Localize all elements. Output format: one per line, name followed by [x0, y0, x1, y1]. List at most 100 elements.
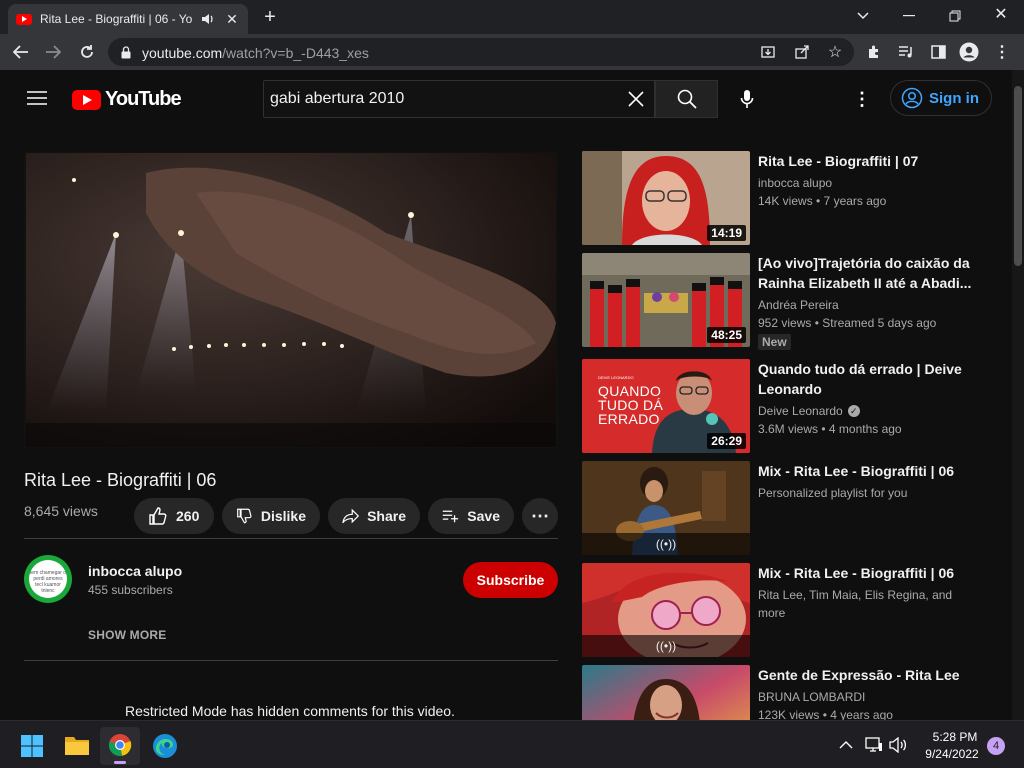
url-text: youtube.com/watch?v=b_-D443_xes — [142, 45, 369, 61]
recommendation-channel: Personalized playlist for you — [758, 486, 908, 500]
chrome-taskbar-button[interactable] — [100, 727, 140, 765]
extensions-icon[interactable] — [864, 42, 884, 62]
recommendation-item[interactable]: ((•)) Mix - Rita Lee - Biograffiti | 06 … — [582, 563, 1002, 657]
recommendation-title[interactable]: Gente de Expressão - Rita Lee — [758, 665, 978, 685]
like-count: 260 — [176, 508, 200, 524]
url-host: youtube.com — [142, 45, 223, 61]
video-thumbnail[interactable]: ((•)) — [582, 563, 750, 657]
bookmark-star-icon[interactable]: ☆ — [826, 43, 844, 61]
show-hidden-icons-chevron-icon[interactable] — [836, 735, 856, 755]
video-duration: 26:29 — [707, 433, 746, 449]
verified-badge-icon: ✓ — [847, 405, 860, 417]
subscriber-count: 455 subscribers — [88, 583, 173, 597]
install-app-icon[interactable] — [760, 44, 776, 60]
sign-in-button[interactable]: Sign in — [890, 80, 992, 116]
back-icon[interactable] — [10, 42, 32, 62]
video-thumbnail[interactable]: 48:25 — [582, 253, 750, 347]
network-icon[interactable] — [864, 735, 884, 755]
show-more-button[interactable]: SHOW MORE — [88, 628, 166, 642]
channel-avatar[interactable]: tem chamegar o perdi amores tecl kuamor … — [24, 555, 72, 603]
file-explorer-icon[interactable] — [64, 734, 90, 758]
clear-search-icon[interactable] — [626, 89, 646, 109]
close-window-icon[interactable]: ✕ — [990, 4, 1012, 24]
recommendation-meta: 3.6M views • 4 months ago — [758, 422, 902, 436]
recommendation-item[interactable]: DEIVE LEONARDO QUANDO TUDO DÁ ERRADO 26:… — [582, 359, 1002, 453]
like-button[interactable]: 260 — [134, 498, 214, 534]
guide-menu-icon[interactable] — [26, 88, 48, 108]
chrome-icon — [108, 734, 132, 756]
reload-icon[interactable] — [76, 42, 98, 62]
recommendation-item[interactable]: 14:19 Rita Lee - Biograffiti | 07 inbocc… — [582, 151, 1002, 245]
volume-icon[interactable] — [888, 735, 908, 755]
search-button[interactable] — [655, 80, 718, 118]
mix-playlist-bar: ((•)) — [582, 635, 750, 657]
windows-start-icon[interactable] — [20, 734, 44, 758]
restricted-mode-message: Restricted Mode has hidden comments for … — [125, 703, 455, 719]
new-tab-icon[interactable]: + — [258, 6, 282, 28]
video-thumbnail[interactable] — [582, 665, 750, 720]
video-thumbnail[interactable]: 14:19 — [582, 151, 750, 245]
recommendation-channel[interactable]: Andréa Pereira — [758, 296, 839, 314]
media-control-icon[interactable] — [896, 42, 916, 62]
recommendation-channel[interactable]: BRUNA LOMBARDI — [758, 688, 865, 706]
notification-count-badge[interactable]: 4 — [987, 737, 1005, 755]
dislike-button[interactable]: Dislike — [222, 498, 320, 534]
more-actions-button[interactable]: ⋯ — [522, 498, 558, 534]
edge-icon[interactable] — [152, 733, 178, 759]
subscribe-button[interactable]: Subscribe — [463, 562, 558, 598]
search-input[interactable]: gabi abertura 2010 — [263, 80, 655, 118]
recommendation-title[interactable]: Mix - Rita Lee - Biograffiti | 06 — [758, 461, 978, 481]
video-player[interactable] — [24, 151, 558, 449]
restore-icon[interactable] — [944, 6, 966, 26]
tab-search-icon[interactable] — [852, 6, 874, 26]
settings-menu-icon[interactable]: ⋮ — [852, 88, 872, 110]
dislike-label: Dislike — [260, 508, 306, 524]
recommendation-title[interactable]: [Ao vivo]Trajetória do caixão da Rainha … — [758, 253, 978, 293]
video-thumbnail[interactable]: ((•)) — [582, 461, 750, 555]
thumbnail-image — [582, 665, 750, 720]
recommendation-channel[interactable]: Deive Leonardo ✓ — [758, 402, 860, 420]
share-button[interactable]: Share — [328, 498, 420, 534]
profile-icon[interactable] — [958, 41, 980, 63]
view-count: 8,645 views — [24, 503, 98, 519]
recommendation-item[interactable]: ((•)) Mix - Rita Lee - Biograffiti | 06 … — [582, 461, 1002, 555]
browser-menu-icon[interactable]: ⋮ — [992, 42, 1012, 62]
share-icon — [342, 508, 360, 524]
forward-icon[interactable] — [42, 42, 64, 62]
active-app-indicator — [114, 761, 126, 764]
audio-playing-icon[interactable] — [200, 11, 216, 27]
address-bar[interactable]: youtube.com/watch?v=b_-D443_xes ☆ — [108, 38, 854, 66]
recommendation-title[interactable]: Mix - Rita Lee - Biograffiti | 06 — [758, 563, 978, 583]
video-thumbnail[interactable]: DEIVE LEONARDO QUANDO TUDO DÁ ERRADO 26:… — [582, 359, 750, 453]
video-frame-image — [26, 153, 556, 447]
share-label: Share — [367, 508, 406, 524]
channel-name[interactable]: inbocca alupo — [88, 563, 182, 579]
thumbs-up-icon — [149, 507, 167, 525]
url-path: /watch?v=b_-D443_xes — [222, 45, 369, 61]
recommendation-channel[interactable]: inbocca alupo — [758, 174, 832, 192]
close-tab-icon[interactable]: ✕ — [224, 11, 240, 27]
page-scrollbar[interactable] — [1012, 70, 1024, 720]
recommendation-item[interactable]: Gente de Expressão - Rita Lee BRUNA LOMB… — [582, 665, 1002, 720]
scrollbar-thumb[interactable] — [1014, 86, 1022, 266]
clock-time[interactable]: 5:28 PM — [920, 730, 990, 744]
video-duration: 14:19 — [707, 225, 746, 241]
playlist-add-icon — [442, 510, 459, 523]
save-button[interactable]: Save — [428, 498, 514, 534]
voice-search-icon[interactable] — [736, 88, 758, 110]
lock-icon[interactable] — [120, 45, 132, 59]
clock-date[interactable]: 9/24/2022 — [914, 747, 990, 761]
recommendation-item[interactable]: 48:25 [Ao vivo]Trajetória do caixão da R… — [582, 253, 1002, 350]
minimize-icon[interactable] — [898, 6, 920, 26]
side-panel-icon[interactable] — [928, 42, 948, 62]
share-page-icon[interactable] — [794, 44, 810, 60]
thumbs-down-icon — [237, 508, 252, 524]
browser-tab[interactable]: Rita Lee - Biograffiti | 06 - YouTube ✕ — [8, 4, 248, 34]
youtube-logo[interactable]: YouTube — [72, 88, 182, 111]
recommendation-title[interactable]: Quando tudo dá errado | Deive Leonardo — [758, 359, 978, 399]
taskbar: 5:28 PM 9/24/2022 4 — [0, 720, 1024, 768]
recommendation-meta: 952 views • Streamed 5 days ago — [758, 316, 937, 330]
search-query-text: gabi abertura 2010 — [270, 90, 405, 107]
recommendation-title[interactable]: Rita Lee - Biograffiti | 07 — [758, 151, 978, 171]
youtube-favicon-icon — [16, 13, 32, 25]
